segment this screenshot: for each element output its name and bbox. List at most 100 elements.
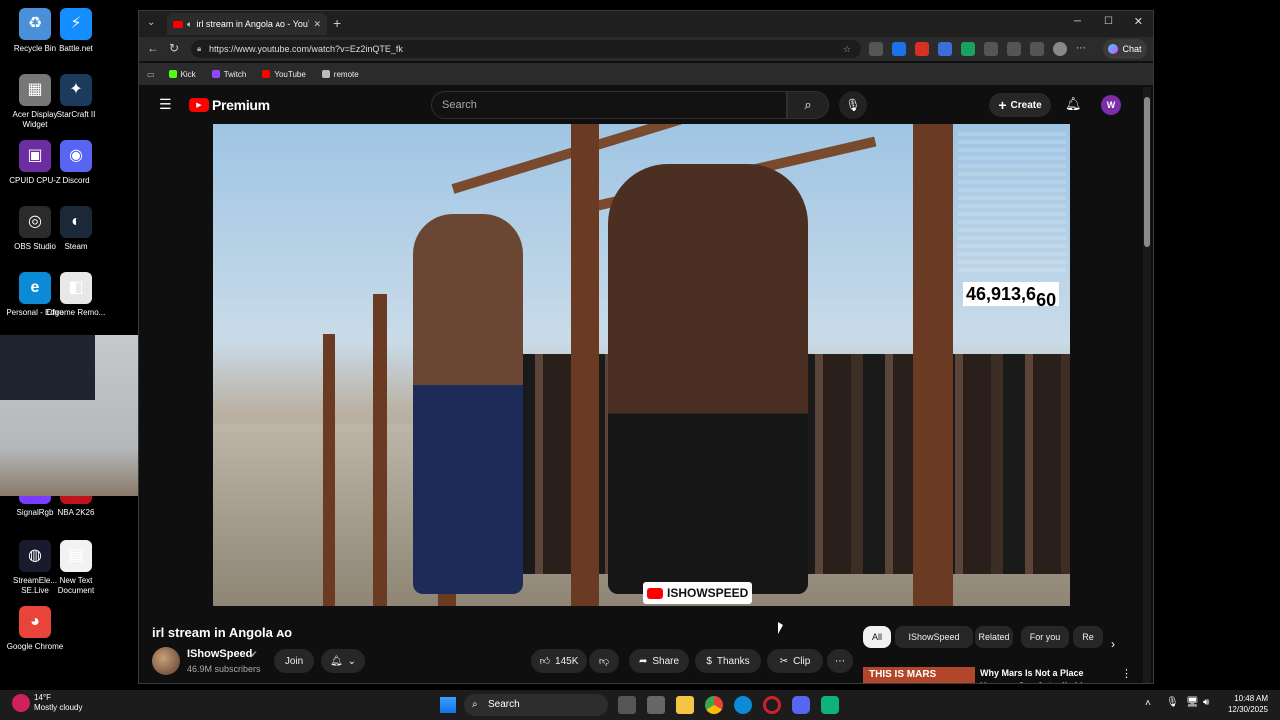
- thanks-icon: $: [706, 655, 712, 667]
- desktop-icon[interactable]: ◐ Steam: [46, 206, 106, 252]
- network-icon[interactable]: 🖥︎: [1186, 697, 1199, 708]
- browser-tab[interactable]: 🔈︎ irl stream in Angola ᴀᴏ - YouT ✕: [167, 13, 327, 35]
- search-input[interactable]: Search: [431, 91, 787, 119]
- share-label: Share: [652, 655, 680, 667]
- file-explorer-icon[interactable]: [676, 696, 694, 714]
- create-button[interactable]: + Create: [989, 93, 1051, 117]
- more-menu-icon[interactable]: ⋯: [1076, 42, 1086, 56]
- back-icon[interactable]: ←: [147, 41, 159, 55]
- scrollbar-thumb[interactable]: [1144, 97, 1150, 247]
- account-avatar[interactable]: W: [1101, 95, 1121, 115]
- refresh-icon[interactable]: ↻: [169, 41, 179, 55]
- app-icon[interactable]: [821, 696, 839, 714]
- minimize-icon[interactable]: ─: [1074, 16, 1081, 27]
- suggested-title[interactable]: Why Mars Is Not a Place Humans Can Actua…: [980, 667, 1112, 683]
- extension-icon[interactable]: [892, 42, 906, 56]
- speaker-icon[interactable]: 🔈︎: [187, 19, 192, 30]
- favorite-link[interactable]: remote: [321, 70, 359, 79]
- thanks-button[interactable]: $ Thanks: [695, 649, 761, 673]
- thumbnail-text: THIS IS MARS: [869, 669, 937, 680]
- clock[interactable]: 10:48 AM 12/30/2025: [1226, 693, 1268, 715]
- menu-icon[interactable]: ☰: [159, 96, 172, 113]
- start-icon[interactable]: [440, 697, 456, 713]
- favorite-label: Twitch: [223, 69, 247, 79]
- maximize-icon[interactable]: ☐: [1104, 16, 1113, 27]
- share-icon: ➦: [638, 655, 648, 667]
- filter-chip[interactable]: All: [863, 626, 891, 648]
- youtube-logo[interactable]: ▶ Premium: [189, 97, 270, 113]
- filter-chip[interactable]: Re: [1073, 626, 1103, 648]
- opera-icon[interactable]: [763, 696, 781, 714]
- notifications-bell-icon[interactable]: 🔔︎: [1065, 96, 1082, 112]
- dislike-button[interactable]: 👎︎: [589, 649, 619, 673]
- channel-avatar[interactable]: [152, 647, 180, 675]
- plus-icon: +: [998, 97, 1007, 113]
- desktop-icon[interactable]: ◕ Google Chrome: [5, 606, 65, 652]
- favorite-label: Kick: [180, 69, 196, 79]
- url-text: https://www.youtube.com/watch?v=Ez2inQTE…: [209, 44, 403, 54]
- desktop-icon[interactable]: ◧ Chrome Remo...: [46, 272, 106, 318]
- weather-desc: Mostly cloudy: [34, 703, 83, 712]
- volume-icon[interactable]: 🔊︎: [1203, 697, 1209, 708]
- tray-chevron-icon[interactable]: ˄: [1145, 698, 1151, 709]
- widgets-icon[interactable]: [647, 696, 665, 714]
- chevron-right-icon[interactable]: ›: [1111, 637, 1115, 651]
- filter-chip[interactable]: For you: [1021, 626, 1069, 648]
- clip-button[interactable]: ✂ Clip: [767, 649, 823, 673]
- discord-icon[interactable]: [792, 696, 810, 714]
- favorites-icon[interactable]: [1030, 42, 1044, 56]
- favorite-icon: [262, 70, 271, 78]
- search-icon: ⌕: [804, 97, 812, 112]
- video-player[interactable]: 46,913,660 ISHOWSPEED: [213, 124, 1070, 606]
- voice-search-button[interactable]: 🎙︎: [839, 91, 867, 119]
- filter-chip[interactable]: Related: [975, 626, 1013, 648]
- new-tab-icon[interactable]: +: [333, 15, 341, 31]
- tab-actions-icon[interactable]: ⌄: [147, 17, 155, 28]
- favorite-link[interactable]: Kick: [168, 69, 196, 79]
- suggested-thumbnail[interactable]: THIS IS MARS: [863, 667, 975, 683]
- taskbar: 14°F Mostly cloudy ⌕ Search ˄ 🎙︎ 🖥︎ 🔊︎ 1…: [0, 690, 1280, 720]
- share-button[interactable]: ➦ Share: [629, 649, 689, 673]
- page-scrollbar[interactable]: [1143, 87, 1151, 683]
- extension-icon[interactable]: [938, 42, 952, 56]
- suggested-more-icon[interactable]: ⋮: [1121, 667, 1132, 680]
- extension-icon[interactable]: [915, 42, 929, 56]
- join-label: Join: [284, 655, 304, 667]
- close-window-icon[interactable]: ✕: [1134, 15, 1143, 28]
- weather-widget[interactable]: 14°F Mostly cloudy: [12, 693, 82, 713]
- desktop-icon-label: StarCraft II: [56, 110, 96, 119]
- favorite-link[interactable]: YouTube: [262, 70, 306, 79]
- favorite-link[interactable]: Twitch: [211, 69, 247, 79]
- microphone-icon[interactable]: 🎙︎: [1166, 697, 1179, 708]
- youtube-header: ☰ ▶ Premium Search ⌕ 🎙︎ + Create 🔔︎ W: [139, 87, 1153, 123]
- join-button[interactable]: Join: [274, 649, 314, 673]
- copilot-chat-button[interactable]: Chat: [1103, 39, 1147, 59]
- edge-icon[interactable]: [734, 696, 752, 714]
- chip-label: Related: [978, 632, 1010, 642]
- profile-avatar[interactable]: [1053, 42, 1067, 56]
- desktop-icon[interactable]: ▤ New Text Document: [46, 540, 106, 596]
- extension-icon[interactable]: [1007, 42, 1021, 56]
- desktop-icon[interactable]: ◉ Discord: [46, 140, 106, 186]
- channel-name[interactable]: IShowSpeed: [187, 648, 252, 660]
- filter-chip[interactable]: IShowSpeed: [895, 626, 973, 648]
- extension-icon[interactable]: [869, 42, 883, 56]
- subscribed-bell-button[interactable]: 🔔︎ ⌄: [321, 649, 365, 673]
- close-tab-icon[interactable]: ✕: [313, 19, 321, 30]
- taskbar-search[interactable]: ⌕ Search: [464, 694, 608, 716]
- reading-icon[interactable]: ▭: [147, 70, 155, 79]
- like-button[interactable]: 👍︎ 145K: [531, 649, 587, 673]
- task-view-icon[interactable]: [618, 696, 636, 714]
- bell-icon: 🔔︎: [329, 655, 343, 667]
- browser-window: ⌄ 🔈︎ irl stream in Angola ᴀᴏ - YouT ✕ + …: [138, 10, 1154, 684]
- search-button[interactable]: ⌕: [787, 91, 829, 119]
- extension-icon[interactable]: [961, 42, 975, 56]
- scissors-icon: ✂: [779, 655, 789, 667]
- more-actions-button[interactable]: ⋯: [827, 649, 853, 673]
- extension-icon[interactable]: [984, 42, 998, 56]
- chrome-icon[interactable]: [705, 696, 723, 714]
- desktop-icon[interactable]: ✦ StarCraft II: [46, 74, 106, 120]
- url-field[interactable]: 🔒︎ https://www.youtube.com/watch?v=Ez2in…: [191, 40, 861, 58]
- favorite-star-icon[interactable]: ☆: [843, 40, 851, 58]
- desktop-icon[interactable]: ⚡ Battle.net: [46, 8, 106, 54]
